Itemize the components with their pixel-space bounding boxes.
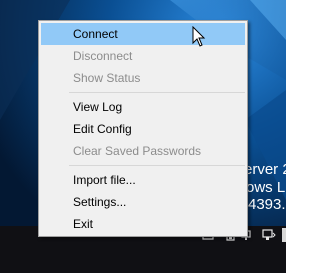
watermark-line-2: ows L — [246, 179, 286, 196]
menu-item-edit-config[interactable]: Edit Config — [41, 118, 245, 140]
clock-fragment[interactable] — [282, 228, 286, 242]
menu-separator — [69, 92, 245, 93]
tray-context-menu: Connect Disconnect Show Status View Log … — [38, 20, 248, 237]
menu-item-connect[interactable]: Connect — [41, 23, 245, 45]
mouse-cursor-icon — [192, 26, 206, 47]
menu-item-show-status: Show Status — [73, 71, 141, 85]
menu-item-disconnect: Disconnect — [73, 49, 133, 63]
menu-item-settings[interactable]: Settings... — [41, 191, 245, 213]
volume-icon[interactable] — [262, 229, 276, 241]
menu-separator — [69, 165, 245, 166]
menu-item-exit[interactable]: Exit — [41, 213, 245, 235]
desktop: erver 2 ows L 4393. ⌃ Connect Disconnect… — [0, 0, 286, 273]
menu-item-view-log[interactable]: View Log — [41, 96, 245, 118]
menu-item-import-file[interactable]: Import file... — [41, 169, 245, 191]
watermark-line-1: erver 2 — [244, 161, 286, 178]
menu-item-clear-saved-passwords: Clear Saved Passwords — [73, 144, 202, 158]
watermark-line-3: 4393. — [248, 196, 286, 213]
